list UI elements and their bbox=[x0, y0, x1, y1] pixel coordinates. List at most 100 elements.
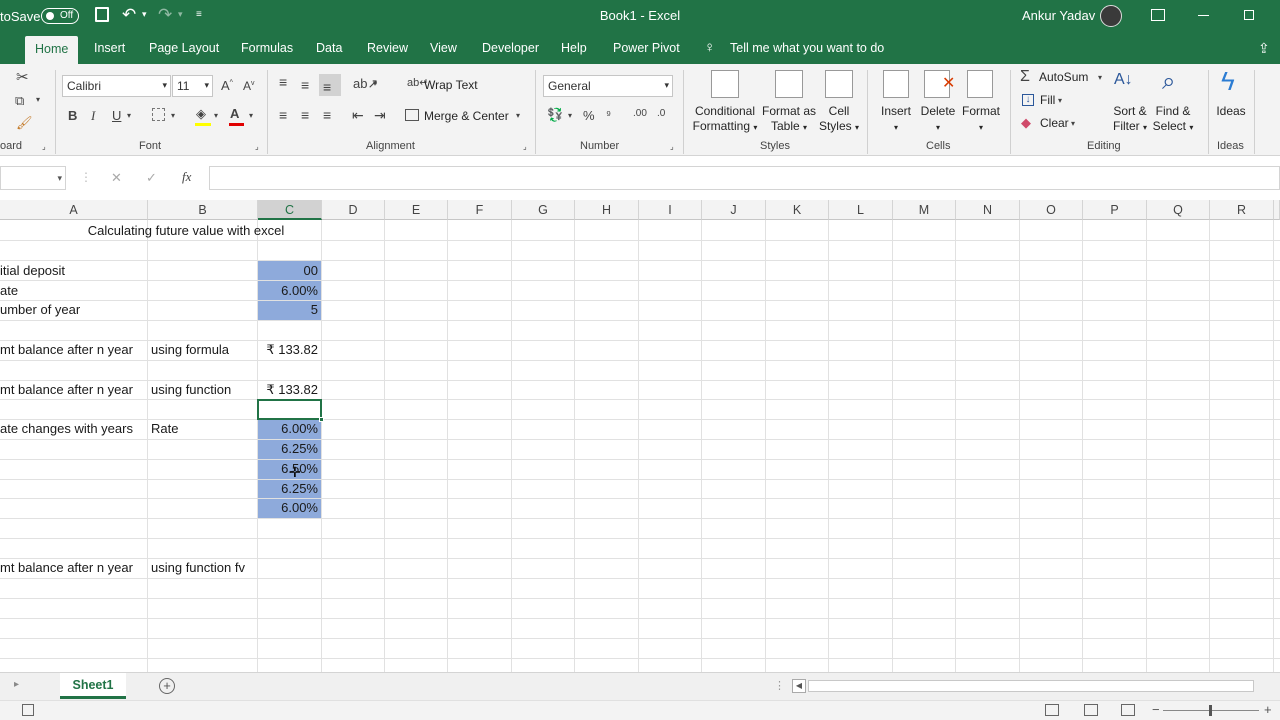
page-layout-view-icon[interactable] bbox=[1084, 704, 1098, 716]
column-header-r[interactable]: R bbox=[1210, 200, 1274, 220]
cell-rate[interactable]: 6.00% bbox=[258, 281, 321, 301]
decrease-decimal-icon[interactable]: .0 bbox=[657, 109, 665, 119]
save-icon[interactable] bbox=[95, 7, 109, 22]
merge-dropdown-icon[interactable]: ▾ bbox=[516, 112, 520, 120]
zoom-slider-thumb[interactable] bbox=[1209, 705, 1212, 716]
autosum-button[interactable]: AutoSum bbox=[1039, 70, 1088, 85]
comma-style-icon[interactable]: ⁹ bbox=[606, 109, 611, 121]
decrease-indent-icon[interactable]: ⇤ bbox=[352, 108, 364, 122]
borders-dropdown-icon[interactable]: ▾ bbox=[171, 112, 175, 120]
format-painter-icon[interactable]: 🖌 bbox=[16, 116, 33, 129]
scroll-left-icon[interactable]: ◀ bbox=[792, 679, 806, 693]
wrap-text-button[interactable]: Wrap Text bbox=[424, 78, 478, 93]
avatar[interactable] bbox=[1100, 5, 1122, 27]
ideas-button[interactable]: Ideas bbox=[1215, 104, 1247, 119]
minimize-icon[interactable] bbox=[1198, 15, 1209, 16]
column-header-g[interactable]: G bbox=[512, 200, 575, 220]
tab-home[interactable]: Home bbox=[25, 36, 79, 64]
normal-view-icon[interactable] bbox=[1045, 704, 1059, 716]
redo-icon[interactable]: ↷ bbox=[158, 5, 172, 25]
zoom-in-icon[interactable]: + bbox=[1264, 702, 1272, 717]
top-align-icon[interactable]: ≡ bbox=[279, 75, 287, 89]
autosave-toggle[interactable]: Off bbox=[41, 8, 79, 24]
label-balance-fv[interactable]: mt balance after n year bbox=[0, 558, 147, 578]
column-header-h[interactable]: H bbox=[575, 200, 639, 220]
insert-cells-button[interactable]: Insert ▾ bbox=[878, 104, 914, 135]
underline-icon[interactable]: U bbox=[112, 109, 121, 122]
cut-icon[interactable]: ✂ bbox=[16, 70, 29, 85]
user-name[interactable]: Ankur Yadav bbox=[1022, 8, 1095, 23]
label-balance-formula[interactable]: mt balance after n year bbox=[0, 340, 147, 360]
number-format-dropdown[interactable]: General ▾ bbox=[543, 75, 673, 97]
tab-developer[interactable]: Developer bbox=[482, 41, 539, 55]
column-header-p[interactable]: P bbox=[1083, 200, 1147, 220]
ribbon-display-icon[interactable] bbox=[1151, 9, 1165, 21]
percent-style-icon[interactable]: % bbox=[583, 109, 595, 122]
cell-rate-year-2[interactable]: 6.25% bbox=[258, 439, 321, 459]
column-header-j[interactable]: J bbox=[702, 200, 766, 220]
decrease-font-icon[interactable]: Av bbox=[243, 80, 255, 92]
column-header-f[interactable]: F bbox=[448, 200, 512, 220]
label-number-of-year[interactable]: umber of year bbox=[0, 300, 147, 320]
sort-filter-button[interactable]: Sort & Filter ▾ bbox=[1110, 104, 1150, 135]
sheet-tab-sheet1[interactable]: Sheet1 bbox=[60, 673, 126, 699]
orientation-dropdown-icon[interactable]: ▾ bbox=[373, 80, 377, 88]
cell-number-of-year[interactable]: 5 bbox=[258, 300, 321, 320]
fill-color-icon[interactable]: ◈ bbox=[196, 107, 206, 120]
enter-icon[interactable]: ✓ bbox=[146, 170, 157, 186]
tell-me-search[interactable]: Tell me what you want to do bbox=[730, 41, 884, 55]
tab-power-pivot[interactable]: Power Pivot bbox=[613, 41, 680, 55]
label-balance-function[interactable]: mt balance after n year bbox=[0, 380, 147, 400]
clipboard-launcher-icon[interactable]: ⌟ bbox=[42, 143, 46, 151]
cell-using-function-fv[interactable]: using function fv bbox=[148, 558, 258, 578]
active-cell-selection[interactable] bbox=[257, 399, 322, 420]
copy-dropdown-icon[interactable]: ▾ bbox=[36, 96, 40, 104]
macro-record-icon[interactable] bbox=[22, 704, 34, 716]
column-header-q[interactable]: Q bbox=[1147, 200, 1210, 220]
cell-rate-year-1[interactable]: 6.00% bbox=[258, 419, 321, 439]
accounting-dropdown-icon[interactable]: ▾ bbox=[568, 112, 572, 120]
splitter-handle-icon[interactable]: ⋮ bbox=[774, 679, 785, 692]
number-launcher-icon[interactable]: ⌟ bbox=[670, 143, 674, 151]
label-rate[interactable]: ate bbox=[0, 281, 147, 301]
column-header-l[interactable]: L bbox=[829, 200, 893, 220]
borders-icon[interactable] bbox=[152, 108, 165, 121]
column-header-c[interactable]: C bbox=[258, 200, 322, 220]
column-header-o[interactable]: O bbox=[1020, 200, 1083, 220]
delete-cells-button[interactable]: Delete ▾ bbox=[918, 104, 958, 135]
format-cells-button[interactable]: Format ▾ bbox=[960, 104, 1002, 135]
font-launcher-icon[interactable]: ⌟ bbox=[255, 143, 259, 151]
align-right-icon[interactable]: ≡ bbox=[323, 108, 331, 122]
increase-indent-icon[interactable]: ⇥ bbox=[374, 108, 386, 122]
increase-font-icon[interactable]: A^ bbox=[221, 79, 233, 92]
font-color-icon[interactable]: A bbox=[230, 107, 239, 120]
bold-icon[interactable]: B bbox=[68, 109, 77, 122]
font-color-dropdown-icon[interactable]: ▾ bbox=[249, 112, 253, 120]
fill-button[interactable]: Fill bbox=[1040, 93, 1055, 108]
cell-using-function[interactable]: using function bbox=[148, 380, 258, 400]
share-icon[interactable]: ⇪ bbox=[1258, 40, 1270, 57]
accounting-format-icon[interactable]: 💱 bbox=[547, 108, 563, 121]
tab-page-layout[interactable]: Page Layout bbox=[149, 41, 219, 55]
font-size-dropdown[interactable]: 11 ▾ bbox=[172, 75, 213, 97]
name-box[interactable]: ▾ bbox=[0, 166, 66, 190]
formula-input[interactable] bbox=[209, 166, 1280, 190]
cell-rate-year-5[interactable]: 6.00% bbox=[258, 498, 321, 518]
find-select-button[interactable]: Find & Select ▾ bbox=[1150, 104, 1196, 135]
format-as-table-button[interactable]: Format as Table ▾ bbox=[760, 104, 818, 135]
cell-initial-deposit[interactable]: 00 bbox=[258, 261, 321, 281]
align-center-icon[interactable]: ≡ bbox=[301, 108, 309, 122]
cell-using-formula[interactable]: using formula bbox=[148, 340, 258, 360]
tab-view[interactable]: View bbox=[430, 41, 457, 55]
align-left-icon[interactable]: ≡ bbox=[279, 108, 287, 122]
clear-dropdown-icon[interactable]: ▾ bbox=[1071, 120, 1075, 128]
customize-toolbar-icon[interactable]: ≡ bbox=[196, 9, 202, 20]
undo-icon[interactable]: ↶ bbox=[122, 5, 136, 25]
tab-review[interactable]: Review bbox=[367, 41, 408, 55]
restore-icon[interactable] bbox=[1244, 10, 1254, 20]
column-header-d[interactable]: D bbox=[322, 200, 385, 220]
merge-center-button[interactable]: Merge & Center bbox=[424, 109, 509, 124]
column-header-b[interactable]: B bbox=[148, 200, 258, 220]
italic-icon[interactable]: I bbox=[91, 109, 95, 122]
undo-dropdown-icon[interactable]: ▾ bbox=[142, 9, 147, 20]
